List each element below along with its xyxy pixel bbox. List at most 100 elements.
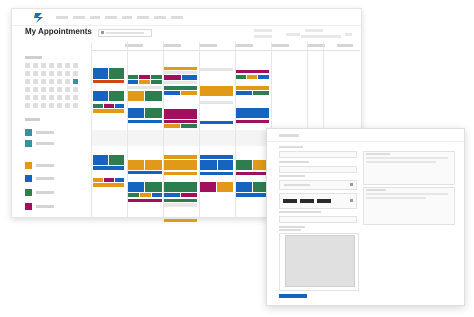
- appointment-block[interactable]: [164, 71, 197, 74]
- appointment-block[interactable]: [128, 80, 138, 84]
- attendee-chip[interactable]: [300, 199, 314, 203]
- appointment-block[interactable]: [104, 104, 114, 108]
- mini-calendar-day[interactable]: [41, 103, 46, 108]
- location-input[interactable]: [279, 166, 357, 173]
- calendar-name[interactable]: [36, 205, 54, 208]
- appointment-block[interactable]: [200, 172, 233, 175]
- mini-calendar-day[interactable]: [49, 87, 54, 92]
- appointment-block[interactable]: [93, 80, 124, 83]
- mini-calendar-day[interactable]: [49, 79, 54, 84]
- calendar-name[interactable]: [36, 142, 54, 145]
- attendees-field[interactable]: [279, 193, 357, 209]
- appointment-block[interactable]: [182, 75, 197, 80]
- appointment-block[interactable]: [181, 91, 197, 95]
- subject-input[interactable]: [279, 151, 357, 158]
- appointment-block[interactable]: [93, 183, 124, 187]
- mini-calendar-day[interactable]: [57, 79, 62, 84]
- mini-calendar-day[interactable]: [65, 63, 70, 68]
- mini-calendar-day[interactable]: [25, 87, 30, 92]
- nav-item[interactable]: [56, 16, 68, 19]
- mini-calendar-day[interactable]: [33, 103, 38, 108]
- appointment-block[interactable]: [200, 182, 216, 192]
- calendar-name[interactable]: [36, 131, 54, 134]
- appointment-block[interactable]: [200, 101, 233, 104]
- appointment-block[interactable]: [128, 193, 139, 197]
- appointment-block[interactable]: [236, 172, 269, 175]
- appointment-block[interactable]: [164, 81, 197, 84]
- date-range-picker[interactable]: [301, 35, 341, 38]
- mini-calendar-day[interactable]: [57, 71, 62, 76]
- appointment-block[interactable]: [236, 70, 269, 73]
- next-range-button[interactable]: [345, 33, 352, 36]
- appointment-block[interactable]: [236, 86, 269, 90]
- appointment-block[interactable]: [93, 155, 108, 165]
- appointment-block[interactable]: [128, 75, 138, 79]
- appointment-block[interactable]: [181, 124, 197, 128]
- calendar-name[interactable]: [36, 177, 54, 180]
- appointment-block[interactable]: [128, 171, 162, 174]
- mini-calendar-day[interactable]: [73, 95, 78, 100]
- mini-calendar-day[interactable]: [73, 79, 78, 84]
- chevron-down-icon[interactable]: [350, 199, 353, 202]
- search-input[interactable]: [98, 29, 152, 37]
- mini-calendar-day[interactable]: [49, 71, 54, 76]
- mini-calendar-day[interactable]: [25, 95, 30, 100]
- appointment-block[interactable]: [151, 80, 162, 84]
- day-column[interactable]: [91, 42, 92, 218]
- appointment-block[interactable]: [164, 199, 197, 202]
- appointment-block[interactable]: [236, 160, 252, 170]
- appointment-block[interactable]: [164, 203, 197, 207]
- mini-calendar-day[interactable]: [41, 63, 46, 68]
- mini-calendar-day[interactable]: [49, 95, 54, 100]
- nav-item[interactable]: [137, 16, 149, 19]
- mini-calendar-day[interactable]: [57, 87, 62, 92]
- appointment-block[interactable]: [128, 160, 144, 170]
- appointment-block[interactable]: [93, 109, 124, 113]
- mini-calendar-day[interactable]: [25, 71, 30, 76]
- mini-calendar-day[interactable]: [33, 63, 38, 68]
- appointment-block[interactable]: [164, 67, 197, 70]
- reminder-input[interactable]: [279, 216, 357, 223]
- save-button[interactable]: [279, 294, 307, 298]
- day-header[interactable]: [235, 44, 253, 47]
- view-dropdown[interactable]: [286, 33, 300, 36]
- nav-item[interactable]: [90, 16, 100, 19]
- appointment-block[interactable]: [139, 80, 150, 84]
- calendar-color-swatch[interactable]: [25, 129, 32, 136]
- mini-calendar-day[interactable]: [49, 63, 54, 68]
- appointment-block[interactable]: [145, 91, 162, 101]
- appointment-block[interactable]: [93, 166, 124, 170]
- mini-calendar-day[interactable]: [65, 71, 70, 76]
- appointment-block[interactable]: [164, 155, 197, 159]
- day-header[interactable]: [271, 44, 289, 47]
- appointment-block[interactable]: [236, 75, 246, 79]
- attendee-chip[interactable]: [283, 199, 297, 203]
- mini-calendar-day[interactable]: [33, 71, 38, 76]
- mini-calendar-day[interactable]: [41, 95, 46, 100]
- mini-calendar-day[interactable]: [57, 95, 62, 100]
- nav-item[interactable]: [73, 16, 85, 19]
- day-header[interactable]: [337, 44, 353, 47]
- appointment-block[interactable]: [200, 155, 233, 159]
- appointment-block[interactable]: [139, 75, 150, 79]
- mini-calendar-day[interactable]: [73, 87, 78, 92]
- appointment-block[interactable]: [115, 104, 124, 108]
- chevron-down-icon[interactable]: [350, 183, 353, 186]
- appointment-block[interactable]: [164, 120, 197, 123]
- calendar-name[interactable]: [36, 164, 54, 167]
- appointment-block[interactable]: [145, 160, 162, 170]
- appointment-block[interactable]: [115, 178, 124, 182]
- mini-calendar-day[interactable]: [41, 87, 46, 92]
- time-range-field[interactable]: [279, 180, 357, 190]
- mini-calendar-day[interactable]: [25, 79, 30, 84]
- mini-calendar-day[interactable]: [73, 63, 78, 68]
- appointment-block[interactable]: [128, 182, 144, 192]
- appointment-block[interactable]: [151, 75, 162, 79]
- mini-calendar-day[interactable]: [41, 71, 46, 76]
- appointment-block[interactable]: [140, 193, 151, 197]
- appointment-block[interactable]: [152, 193, 162, 197]
- appointment-block[interactable]: [164, 193, 180, 197]
- filter-dropdown[interactable]: [254, 35, 272, 38]
- appointment-block[interactable]: [128, 86, 162, 89]
- mini-calendar-day[interactable]: [41, 79, 46, 84]
